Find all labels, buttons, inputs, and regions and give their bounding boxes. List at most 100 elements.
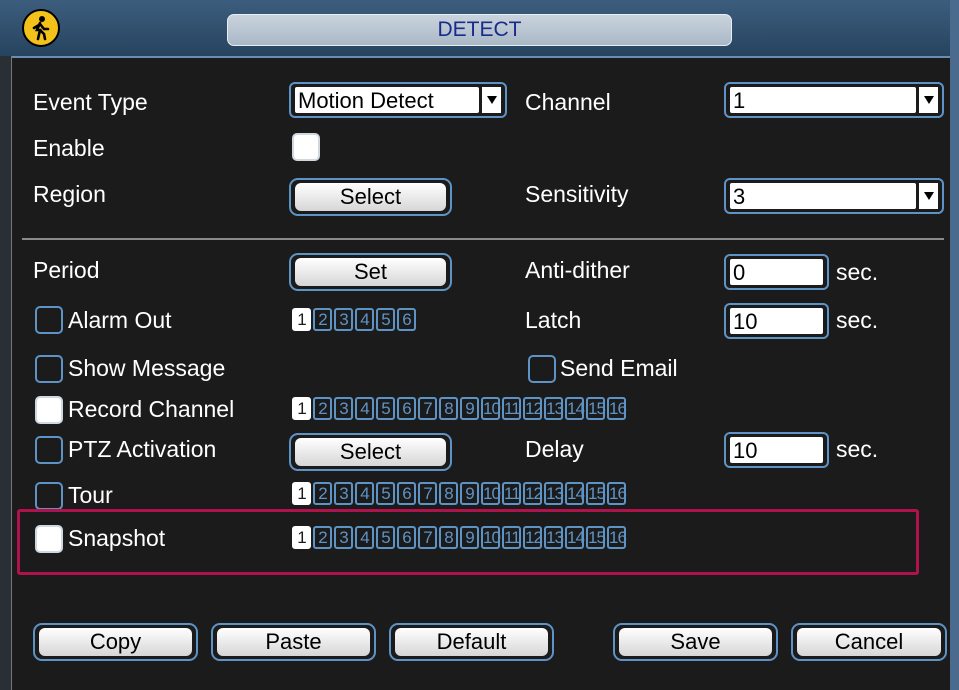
channel-number-14[interactable]: 14 bbox=[565, 397, 585, 420]
save-button-label: Save bbox=[619, 628, 772, 656]
latch-unit: sec. bbox=[836, 307, 879, 333]
channel-number-11[interactable]: 11 bbox=[502, 526, 521, 549]
period-set-button[interactable]: Set bbox=[289, 253, 452, 291]
cancel-button[interactable]: Cancel bbox=[791, 623, 947, 661]
tour-checkbox[interactable] bbox=[35, 482, 63, 510]
anti-dither-input[interactable]: 0 bbox=[724, 254, 829, 290]
channel-number-15[interactable]: 15 bbox=[586, 482, 606, 505]
latch-input[interactable]: 10 bbox=[724, 303, 829, 339]
chevron-down-icon[interactable] bbox=[917, 87, 938, 113]
channel-number-11[interactable]: 11 bbox=[502, 397, 521, 420]
default-button-label: Default bbox=[395, 628, 548, 656]
anti-dither-value: 0 bbox=[730, 259, 823, 285]
channel-number-4[interactable]: 4 bbox=[355, 308, 374, 331]
channel-number-4[interactable]: 4 bbox=[355, 482, 374, 505]
channel-number-14[interactable]: 14 bbox=[565, 526, 585, 549]
record-channel-label: Record Channel bbox=[68, 396, 235, 422]
channel-number-3[interactable]: 3 bbox=[334, 482, 353, 505]
channel-number-10[interactable]: 10 bbox=[481, 482, 501, 505]
delay-input[interactable]: 10 bbox=[724, 432, 829, 468]
snapshot-checkbox[interactable] bbox=[35, 525, 63, 553]
chevron-down-icon[interactable] bbox=[917, 183, 938, 209]
channel-number-6[interactable]: 6 bbox=[397, 526, 416, 549]
channel-number-15[interactable]: 15 bbox=[586, 397, 606, 420]
tour-numbers: 1 2 3 4 5 6 7 8 9 10 11 12 13 14 15 16 bbox=[292, 482, 627, 505]
channel-number-5[interactable]: 5 bbox=[376, 397, 395, 420]
enable-label: Enable bbox=[33, 135, 105, 161]
alarm-out-checkbox[interactable] bbox=[35, 306, 63, 334]
channel-number-7[interactable]: 7 bbox=[418, 482, 437, 505]
channel-number-3[interactable]: 3 bbox=[334, 526, 353, 549]
period-label: Period bbox=[33, 257, 100, 283]
channel-number-16[interactable]: 16 bbox=[607, 397, 627, 420]
channel-number-11[interactable]: 11 bbox=[502, 482, 521, 505]
channel-number-2[interactable]: 2 bbox=[313, 526, 332, 549]
tour-label: Tour bbox=[68, 482, 113, 508]
window-title: DETECT bbox=[227, 14, 732, 46]
event-type-dropdown[interactable]: Motion Detect bbox=[289, 82, 507, 118]
alarm-out-label: Alarm Out bbox=[68, 307, 172, 333]
channel-number-12[interactable]: 12 bbox=[523, 482, 543, 505]
sensitivity-dropdown[interactable]: 3 bbox=[724, 178, 944, 214]
channel-number-4[interactable]: 4 bbox=[355, 526, 374, 549]
channel-number-5[interactable]: 5 bbox=[376, 526, 395, 549]
copy-button[interactable]: Copy bbox=[33, 623, 198, 661]
channel-number-1[interactable]: 1 bbox=[292, 308, 311, 331]
ptz-activation-checkbox[interactable] bbox=[35, 436, 63, 464]
channel-number-8[interactable]: 8 bbox=[439, 397, 458, 420]
channel-number-9[interactable]: 9 bbox=[460, 397, 479, 420]
record-channel-checkbox[interactable] bbox=[35, 396, 63, 424]
channel-number-1[interactable]: 1 bbox=[292, 482, 311, 505]
channel-number-5[interactable]: 5 bbox=[376, 308, 395, 331]
channel-number-13[interactable]: 13 bbox=[544, 397, 564, 420]
channel-number-9[interactable]: 9 bbox=[460, 482, 479, 505]
channel-number-6[interactable]: 6 bbox=[397, 397, 416, 420]
channel-dropdown[interactable]: 1 bbox=[724, 82, 944, 118]
anti-dither-label: Anti-dither bbox=[525, 257, 630, 283]
channel-number-3[interactable]: 3 bbox=[334, 397, 353, 420]
sensitivity-label: Sensitivity bbox=[525, 181, 629, 207]
channel-number-9[interactable]: 9 bbox=[460, 526, 479, 549]
channel-number-16[interactable]: 16 bbox=[607, 482, 627, 505]
sensitivity-value: 3 bbox=[730, 183, 916, 209]
channel-number-16[interactable]: 16 bbox=[607, 526, 627, 549]
channel-number-14[interactable]: 14 bbox=[565, 482, 585, 505]
snapshot-label: Snapshot bbox=[68, 525, 166, 551]
channel-number-12[interactable]: 12 bbox=[523, 526, 543, 549]
channel-number-12[interactable]: 12 bbox=[523, 397, 543, 420]
channel-number-15[interactable]: 15 bbox=[586, 526, 606, 549]
channel-number-2[interactable]: 2 bbox=[313, 308, 332, 331]
channel-number-4[interactable]: 4 bbox=[355, 397, 374, 420]
walking-person-icon bbox=[22, 9, 60, 47]
delay-label: Delay bbox=[525, 436, 584, 462]
channel-number-8[interactable]: 8 bbox=[439, 482, 458, 505]
detect-window: DETECT Event Type Motion Detect Channel … bbox=[0, 0, 959, 690]
channel-number-13[interactable]: 13 bbox=[544, 482, 564, 505]
channel-number-1[interactable]: 1 bbox=[292, 526, 311, 549]
channel-number-8[interactable]: 8 bbox=[439, 526, 458, 549]
channel-number-3[interactable]: 3 bbox=[334, 308, 353, 331]
channel-number-2[interactable]: 2 bbox=[313, 482, 332, 505]
channel-number-13[interactable]: 13 bbox=[544, 526, 564, 549]
show-message-checkbox[interactable] bbox=[35, 355, 63, 383]
channel-number-10[interactable]: 10 bbox=[481, 526, 501, 549]
channel-number-5[interactable]: 5 bbox=[376, 482, 395, 505]
channel-number-1[interactable]: 1 bbox=[292, 397, 311, 420]
channel-number-2[interactable]: 2 bbox=[313, 397, 332, 420]
ptz-select-button[interactable]: Select bbox=[289, 433, 452, 471]
send-email-checkbox[interactable] bbox=[528, 355, 556, 383]
save-button[interactable]: Save bbox=[613, 623, 778, 661]
enable-checkbox[interactable] bbox=[292, 133, 320, 161]
paste-button[interactable]: Paste bbox=[211, 623, 376, 661]
region-select-button[interactable]: Select bbox=[289, 178, 452, 216]
channel-number-10[interactable]: 10 bbox=[481, 397, 501, 420]
event-type-value: Motion Detect bbox=[295, 87, 479, 113]
send-email-label: Send Email bbox=[560, 355, 678, 381]
default-button[interactable]: Default bbox=[389, 623, 554, 661]
channel-number-6[interactable]: 6 bbox=[397, 482, 416, 505]
chevron-down-icon[interactable] bbox=[480, 87, 501, 113]
show-message-label: Show Message bbox=[68, 355, 226, 381]
channel-number-6[interactable]: 6 bbox=[397, 308, 416, 331]
channel-number-7[interactable]: 7 bbox=[418, 526, 437, 549]
channel-number-7[interactable]: 7 bbox=[418, 397, 437, 420]
